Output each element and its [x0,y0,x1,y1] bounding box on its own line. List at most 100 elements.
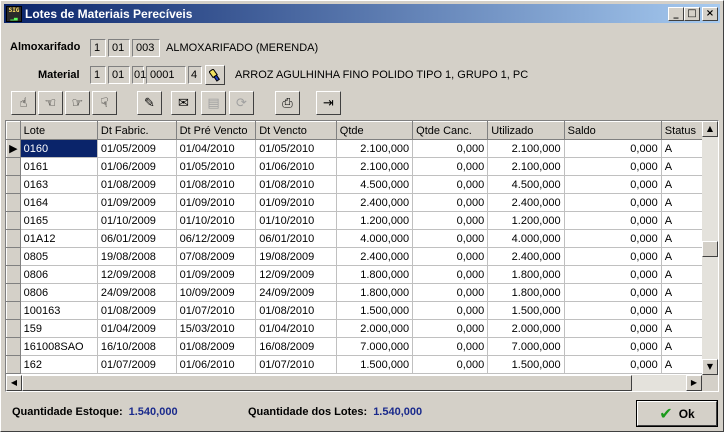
table-cell[interactable]: 16/08/2009 [255,337,337,356]
table-cell[interactable]: 2.000,000 [336,319,414,338]
table-cell[interactable]: 06/01/2009 [97,229,177,248]
table-cell[interactable]: 1.800,000 [336,283,414,302]
table-cell[interactable]: 1.500,000 [336,355,414,374]
maximize-button[interactable]: □ [684,6,700,21]
column-header[interactable]: Qtde [335,121,414,140]
table-cell[interactable]: 24/09/2008 [97,283,177,302]
minimize-button[interactable]: _ [668,6,684,21]
table-cell[interactable]: 4.500,000 [487,175,565,194]
table-cell[interactable]: 16/10/2008 [97,337,177,356]
table-cell[interactable]: 0,000 [564,355,662,374]
column-header[interactable]: Lote [19,121,98,140]
row-indicator[interactable] [6,301,21,320]
table-cell[interactable]: 1.200,000 [487,211,565,230]
table-cell[interactable]: 01/06/2010 [176,355,257,374]
table-cell[interactable]: 2.400,000 [336,247,414,266]
table-cell[interactable]: 4.500,000 [336,175,414,194]
table-cell[interactable]: 0805 [20,247,98,266]
table-cell[interactable]: 01/05/2010 [176,157,257,176]
material-lookup-button[interactable] [205,65,225,85]
almoxarifado-code-2[interactable]: 01 [108,39,130,57]
title-bar[interactable]: SIG ▁▃ Lotes de Materiais Perecíveis _ □ … [4,4,720,23]
table-cell[interactable]: 0,000 [564,283,662,302]
table-cell[interactable]: 01/07/2009 [97,355,177,374]
scroll-up-button[interactable]: ▲ [702,121,718,137]
horizontal-scrollbar[interactable]: ◀ ▶ [6,375,702,391]
table-cell[interactable]: 01/06/2009 [97,157,177,176]
table-cell[interactable]: 2.000,000 [487,319,565,338]
table-cell[interactable]: 19/08/2009 [255,247,337,266]
scroll-right-button[interactable]: ▶ [686,375,702,391]
table-row[interactable]: 0163 01/08/2009 01/08/2010 01/08/2010 4.500,… [6,175,718,194]
row-indicator[interactable] [6,337,21,356]
material-code-2[interactable]: 01 [108,66,130,84]
table-row[interactable]: 100163 01/08/2009 01/07/2010 01/08/2010 1.50… [6,301,718,320]
table-cell[interactable]: 1.800,000 [487,283,565,302]
table-cell[interactable]: 0,000 [412,355,489,374]
table-cell[interactable]: 7.000,000 [487,337,565,356]
table-cell[interactable]: 0161 [20,157,98,176]
table-row[interactable]: 0806 12/09/2008 01/09/2009 12/09/2009 1.800,… [6,265,718,284]
table-cell[interactable]: 1.200,000 [336,211,414,230]
table-cell[interactable]: 0,000 [412,193,489,212]
document-disabled-icon[interactable]: ▤ [201,91,226,115]
table-cell[interactable]: 0,000 [412,139,489,158]
table-cell[interactable]: 0163 [20,175,98,194]
table-cell[interactable]: 0,000 [412,157,489,176]
table-cell[interactable]: 15/03/2010 [176,319,257,338]
row-indicator[interactable] [6,229,21,248]
table-cell[interactable]: 0165 [20,211,98,230]
envelope-icon[interactable]: ✉ [171,91,196,115]
table-cell[interactable]: 0,000 [412,175,489,194]
table-cell[interactable]: 06/12/2009 [176,229,257,248]
table-cell[interactable]: 162 [20,355,98,374]
table-cell[interactable]: 2.100,000 [487,157,565,176]
table-row[interactable]: 161008SAO 16/10/2008 01/08/2009 16/08/2009 7… [6,337,718,356]
table-cell[interactable]: 0164 [20,193,98,212]
row-indicator[interactable] [6,355,21,374]
table-cell[interactable]: 1.800,000 [336,265,414,284]
table-row[interactable]: 01A12 06/01/2009 06/12/2009 06/01/2010 4.000… [6,229,718,248]
table-cell[interactable]: 19/08/2008 [97,247,177,266]
table-cell[interactable]: 01/09/2010 [255,193,337,212]
table-cell[interactable]: 0,000 [412,301,489,320]
row-indicator[interactable] [6,175,21,194]
table-row[interactable]: 0164 01/09/2009 01/09/2010 01/09/2010 2.400,… [6,193,718,212]
vertical-scroll-thumb[interactable] [702,241,718,257]
table-cell[interactable]: 01/05/2010 [255,139,337,158]
column-header[interactable]: Dt Vencto [255,121,337,140]
table-cell[interactable]: 0,000 [564,265,662,284]
table-cell[interactable]: 0,000 [412,283,489,302]
close-button[interactable]: × [702,6,718,21]
table-cell[interactable]: 4.000,000 [336,229,414,248]
table-cell[interactable]: 07/08/2009 [176,247,257,266]
table-cell[interactable]: 01/08/2009 [97,175,177,194]
column-header[interactable]: Dt Pré Vencto [175,121,257,140]
table-cell[interactable]: 0,000 [564,247,662,266]
row-indicator[interactable] [6,283,21,302]
table-row[interactable]: ▶ 0160 01/05/2009 01/04/2010 01/05/2010 2.100… [6,139,718,158]
table-cell[interactable]: 0,000 [564,229,662,248]
column-header[interactable]: Qtde Canc. [412,121,489,140]
row-indicator[interactable] [6,247,21,266]
printer-icon[interactable]: ⎙ [275,91,300,115]
table-cell[interactable]: 2.400,000 [487,193,565,212]
table-cell[interactable]: 01/04/2010 [176,139,257,158]
table-cell[interactable]: 1.500,000 [487,355,565,374]
table-cell[interactable]: 01/06/2010 [255,157,337,176]
table-row[interactable]: 162 01/07/2009 01/06/2010 01/07/2010 1.500,0… [6,355,718,374]
table-cell[interactable]: 0160 [20,139,98,158]
table-cell[interactable]: 01A12 [20,229,98,248]
table-cell[interactable]: 01/05/2009 [97,139,177,158]
row-indicator[interactable] [6,265,21,284]
column-header[interactable]: Saldo [563,121,662,140]
table-cell[interactable]: 0,000 [412,229,489,248]
material-code-5[interactable]: 4 [188,66,202,84]
horizontal-scroll-thumb[interactable] [22,375,632,391]
table-cell[interactable]: 0,000 [564,193,662,212]
table-cell[interactable]: 01/10/2010 [255,211,337,230]
table-cell[interactable]: 0,000 [412,337,489,356]
table-row[interactable]: 0165 01/10/2009 01/10/2010 01/10/2010 1.200,… [6,211,718,230]
table-cell[interactable]: 0,000 [564,175,662,194]
almoxarifado-code-3[interactable]: 003 [132,39,160,57]
